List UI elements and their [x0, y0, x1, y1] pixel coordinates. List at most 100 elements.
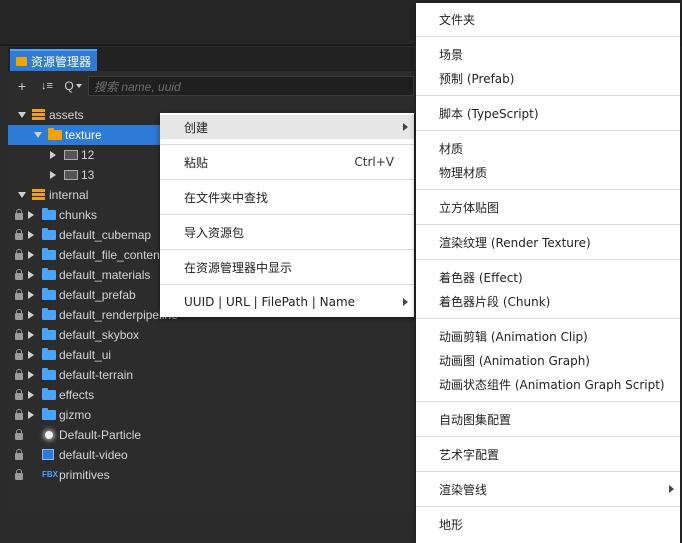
chevron-right-icon[interactable] [50, 171, 56, 179]
menu-separator [416, 471, 680, 472]
chevron-right-icon[interactable] [28, 331, 34, 339]
database-icon [32, 109, 45, 121]
chevron-right-icon[interactable] [28, 211, 34, 219]
create-menu-item[interactable]: 动画状态组件 (Animation Graph Script) [416, 372, 680, 396]
menu-item-label: 导入资源包 [184, 225, 245, 240]
menu-separator [416, 318, 680, 319]
tree-item-label: Default-Particle [59, 428, 142, 442]
create-menu-item[interactable]: 着色器片段 (Chunk) [416, 289, 680, 313]
lock-icon [15, 389, 23, 400]
tree-item[interactable]: Default-Particle [8, 425, 414, 445]
create-menu-item[interactable]: 物理材质 [416, 160, 680, 184]
lock-icon [15, 429, 23, 440]
tree-item-label: chunks [59, 208, 98, 222]
video-icon [42, 449, 54, 460]
create-menu-item[interactable]: 预制 (Prefab) [416, 66, 680, 90]
menu-item-label: 文件夹 [439, 12, 476, 27]
tree-item[interactable]: default-terrain [8, 365, 414, 385]
submenu-arrow-icon [403, 123, 408, 131]
chevron-right-icon[interactable] [28, 351, 34, 359]
chevron-right-icon[interactable] [28, 391, 34, 399]
tree-item[interactable]: default_skybox [8, 325, 414, 345]
create-menu-item[interactable]: 艺术字配置 [416, 442, 680, 466]
image-icon [64, 170, 78, 180]
menu-separator [416, 401, 680, 402]
lock-icon [15, 289, 23, 300]
create-menu-item[interactable]: 动画图 (Animation Graph) [416, 348, 680, 372]
chevron-down-icon [75, 84, 82, 88]
menu-item-label: UUID | URL | FilePath | Name [184, 295, 356, 309]
create-menu-item[interactable]: 自动图集配置 [416, 407, 680, 431]
context-menu-item[interactable]: 粘贴 Ctrl+V [160, 150, 414, 174]
context-menu-item[interactable]: 导入资源包 [160, 220, 414, 244]
lock-icon [15, 369, 23, 380]
context-menu-item[interactable]: 在资源管理器中显示 [160, 255, 414, 279]
create-menu-item[interactable]: 地形 [416, 512, 680, 536]
assets-toolbar: + ↓≡ Q 搜索 name, uuid [8, 73, 414, 99]
chevron-down-icon[interactable] [18, 192, 26, 198]
chevron-right-icon[interactable] [28, 271, 34, 279]
menu-separator [160, 284, 414, 285]
lock-icon [15, 309, 23, 320]
create-menu-item[interactable]: 动画剪辑 (Animation Clip) [416, 324, 680, 348]
tree-item-label: default-video [59, 448, 128, 462]
menu-separator [416, 436, 680, 437]
folder-icon [42, 248, 56, 260]
context-menu-item[interactable]: 在文件夹中查找 [160, 185, 414, 209]
menu-separator [416, 36, 680, 37]
create-menu-item[interactable]: 文件夹 [416, 7, 680, 31]
menu-item-label: 预制 (Prefab) [439, 71, 515, 86]
context-menu-item[interactable]: 创建 [160, 115, 414, 139]
create-menu-item[interactable]: 立方体贴图 [416, 195, 680, 219]
sort-icon[interactable]: ↓≡ [36, 76, 58, 96]
add-icon[interactable]: + [14, 76, 30, 96]
panel-tabbar: 资源管理器 [8, 47, 414, 71]
create-menu-item[interactable]: 着色器 (Effect) [416, 265, 680, 289]
create-menu-item[interactable]: 渲染管线 [416, 477, 680, 501]
folder-icon [42, 268, 56, 280]
folder-icon [42, 208, 56, 220]
create-menu-item[interactable]: 渲染纹理 (Render Texture) [416, 230, 680, 254]
chevron-right-icon[interactable] [28, 251, 34, 259]
tab-assets[interactable]: 资源管理器 [10, 49, 98, 71]
folder-icon [42, 308, 56, 320]
tree-item[interactable]: gizmo [8, 405, 414, 425]
menu-item-label: 动画图 (Animation Graph) [439, 353, 590, 368]
chevron-right-icon[interactable] [50, 151, 56, 159]
particle-icon [45, 431, 53, 439]
sort-button-label: ↓≡ [41, 80, 53, 92]
search-placeholder: 搜索 name, uuid [94, 79, 181, 94]
tree-item[interactable]: default_ui [8, 345, 414, 365]
create-menu-item[interactable]: 脚本 (TypeScript) [416, 101, 680, 125]
chevron-right-icon[interactable] [28, 291, 34, 299]
chevron-down-icon[interactable] [18, 112, 26, 118]
menu-item-label: 材质 [439, 141, 464, 156]
chevron-right-icon[interactable] [28, 371, 34, 379]
menu-item-label: 创建 [184, 120, 209, 135]
tree-item-label: gizmo [59, 408, 92, 422]
image-icon [64, 150, 78, 160]
tree-item[interactable]: default-video [8, 445, 414, 465]
create-menu-item[interactable]: 材质 [416, 136, 680, 160]
chevron-right-icon[interactable] [28, 311, 34, 319]
search-input[interactable]: 搜索 name, uuid [88, 76, 414, 96]
menu-item-label: 物理材质 [439, 165, 488, 180]
search-filter-icon[interactable]: Q [62, 76, 84, 96]
lock-icon [15, 449, 23, 460]
tree-item[interactable]: FBX primitives [8, 465, 414, 485]
tree-item[interactable]: effects [8, 385, 414, 405]
menu-separator [416, 224, 680, 225]
folder-icon [42, 388, 56, 400]
tree-item-label: default_file_content [59, 248, 164, 262]
tree-item-label: effects [59, 388, 95, 402]
menu-item-label: 立方体贴图 [439, 200, 500, 215]
chevron-right-icon[interactable] [28, 411, 34, 419]
chevron-down-icon[interactable] [34, 132, 42, 138]
create-menu-item[interactable]: 场景 [416, 42, 680, 66]
submenu-arrow-icon [669, 485, 674, 493]
chevron-right-icon[interactable] [28, 231, 34, 239]
tree-item-label: default_materials [59, 268, 151, 282]
tree-item-label: default_prefab [59, 288, 136, 302]
context-menu-item[interactable]: UUID | URL | FilePath | Name [160, 290, 414, 314]
menu-separator [160, 144, 414, 145]
